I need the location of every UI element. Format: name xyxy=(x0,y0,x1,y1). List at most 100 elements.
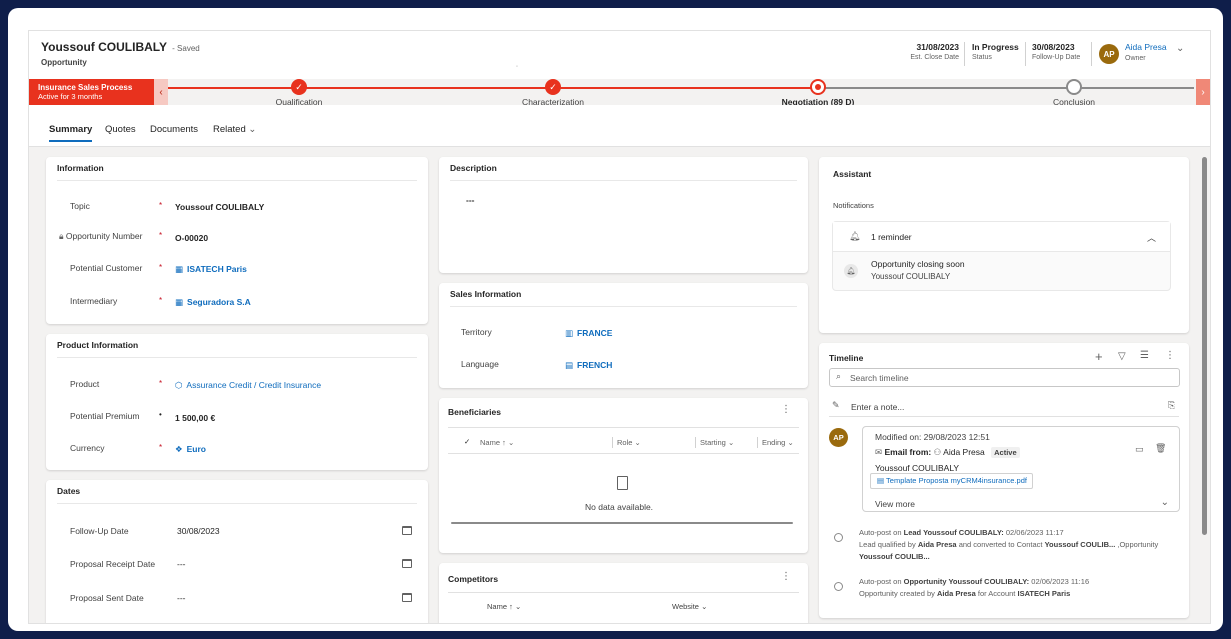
attachment-chip[interactable]: ▤ Template Proposta myCRM4insurance.pdf xyxy=(870,473,1033,489)
section-title: Information xyxy=(57,163,104,173)
post-author-avatar[interactable]: AP xyxy=(829,428,848,447)
proposal-receipt-date-field[interactable]: --- xyxy=(177,559,186,569)
autopost-header: Auto-post on Lead Youssouf COULIBALY: 02… xyxy=(859,527,1158,539)
potential-customer-label: Potential Customer xyxy=(70,263,143,273)
column-header-role[interactable]: Role ⌄ xyxy=(617,438,641,447)
required-marker: * xyxy=(159,379,163,388)
calendar-icon[interactable] xyxy=(402,526,412,535)
notification-group-header[interactable]: 🔔︎ 1 reminder ︿ xyxy=(833,222,1170,252)
followup-label: Follow-Up Date xyxy=(1032,54,1081,61)
crm-app-window: Youssouf COULIBALY - Saved Opportunity ◦… xyxy=(28,30,1211,624)
autopost-entity: Opportunity Youssouf COULIBALY: xyxy=(903,577,1030,586)
tab-documents[interactable]: Documents xyxy=(150,124,198,135)
column-header-name[interactable]: Name ↑ ⌄ xyxy=(480,438,514,447)
form-tabs: Summary Quotes Documents Related ⌄ xyxy=(29,105,1210,147)
followup-value: 30/08/2023 xyxy=(1032,42,1075,52)
email-author[interactable]: Aida Presa xyxy=(943,447,985,457)
column-separator xyxy=(695,437,696,448)
email-subject: Youssouf COULIBALY xyxy=(875,463,960,473)
territory-label: Territory xyxy=(461,327,492,337)
currency-link[interactable]: ❖ Euro xyxy=(175,444,206,455)
proposal-sent-date-field[interactable]: --- xyxy=(177,593,186,603)
followup-date-label: Follow-Up Date xyxy=(70,526,129,536)
process-flag[interactable]: Insurance Sales Process Active for 3 mon… xyxy=(29,79,154,105)
description-field[interactable]: --- xyxy=(466,195,475,205)
followup-date-field[interactable]: 30/08/2023 xyxy=(177,526,220,536)
column-header-name[interactable]: Name ↑ ⌄ xyxy=(487,602,521,611)
required-marker: * xyxy=(159,263,163,272)
autopost-prefix: Auto-post on xyxy=(859,577,902,586)
autopost-icon xyxy=(834,582,843,591)
stage-qualification-check-icon[interactable]: ✓ xyxy=(291,79,307,95)
autopost-opportunity[interactable]: Auto-post on Opportunity Youssouf COULIB… xyxy=(859,576,1089,600)
more-options-icon[interactable]: ⋮ xyxy=(781,571,791,582)
more-options-icon[interactable]: ⋮ xyxy=(781,404,791,415)
sort-list-icon[interactable]: ☰ xyxy=(1140,350,1149,361)
territory-link[interactable]: ▥ FRANCE xyxy=(565,328,612,339)
stage-conclusion-icon[interactable] xyxy=(1066,79,1082,95)
intermediary-link[interactable]: ▦ Seguradora S.A xyxy=(175,297,251,308)
stage-prev-chevron-icon[interactable]: ‹ xyxy=(154,79,168,105)
drag-dot-icon: ◦ xyxy=(516,64,519,70)
note-input[interactable]: Enter a note... xyxy=(851,402,904,412)
tab-summary[interactable]: Summary xyxy=(49,124,93,142)
timeline-search-input[interactable]: ⌕ Search timeline xyxy=(829,368,1180,387)
required-marker: * xyxy=(159,201,163,210)
currency-value: Euro xyxy=(186,444,206,454)
divider xyxy=(448,453,799,454)
column-header-starting[interactable]: Starting ⌄ xyxy=(700,438,734,447)
owner-avatar[interactable]: AP xyxy=(1099,44,1119,64)
file-icon: ▤ xyxy=(877,476,885,485)
potential-customer-link[interactable]: ▦ ISATECH Paris xyxy=(175,264,247,275)
language-link[interactable]: ▤ FRENCH xyxy=(565,360,612,371)
product-value: Assurance Credit / Credit Insurance xyxy=(186,380,322,390)
tab-quotes[interactable]: Quotes xyxy=(105,124,136,135)
calendar-icon[interactable] xyxy=(402,559,412,568)
select-all-check-icon[interactable]: ✓ xyxy=(464,437,470,446)
column-starting-label: Starting xyxy=(700,438,726,447)
body-user: Aida Presa xyxy=(917,540,957,549)
horizontal-scrollbar[interactable] xyxy=(451,522,793,524)
topic-label: Topic xyxy=(70,201,90,211)
header-separator xyxy=(1025,42,1026,66)
stage-pending-line xyxy=(817,87,1194,89)
calendar-icon[interactable] xyxy=(402,593,412,602)
delete-icon[interactable]: 🗑︎ xyxy=(1155,443,1166,454)
stage-characterization-check-icon[interactable]: ✓ xyxy=(545,79,561,95)
vertical-scrollbar[interactable] xyxy=(1202,157,1207,535)
owner-label: Owner xyxy=(1125,55,1146,62)
language-value: FRENCH xyxy=(577,360,613,370)
header-separator xyxy=(964,42,965,66)
chevron-down-icon[interactable]: ⌄ xyxy=(1161,497,1169,508)
notification-title[interactable]: Opportunity closing soon xyxy=(871,259,965,269)
record-title: Youssouf COULIBALY - Saved xyxy=(41,40,200,54)
topic-field[interactable]: Youssouf COULIBALY xyxy=(175,202,264,212)
divider xyxy=(448,427,799,428)
owner-name-link[interactable]: Aida Presa xyxy=(1125,42,1167,52)
bell-icon: 🔔︎ xyxy=(844,264,858,278)
timeline-post-email[interactable]: Modified on: 29/08/2023 12:51 ✉ Email fr… xyxy=(862,426,1180,512)
column-header-website[interactable]: Website ⌄ xyxy=(672,602,707,611)
document-icon xyxy=(617,476,628,490)
autopost-date: 02/06/2023 11:16 xyxy=(1031,577,1090,586)
column-website-label: Website xyxy=(672,602,699,611)
stage-progress-line xyxy=(168,87,816,89)
add-icon[interactable]: + xyxy=(1095,349,1103,364)
chevron-up-icon[interactable]: ︿ xyxy=(1147,231,1156,244)
potential-premium-field[interactable]: 1 500,00 € xyxy=(175,413,215,423)
tab-related[interactable]: Related ⌄ xyxy=(213,124,256,135)
header-expand-chevron-icon[interactable]: ⌄ xyxy=(1176,43,1184,54)
timeline-section: Timeline + ▽ ☰ ⋮ ⌕ Search timeline ✎ Ent… xyxy=(819,343,1189,618)
column-header-ending[interactable]: Ending ⌄ xyxy=(762,438,794,447)
map-icon: ▥ xyxy=(565,328,574,338)
notification-group: 🔔︎ 1 reminder ︿ 🔔︎ Opportunity closing s… xyxy=(832,221,1171,291)
more-options-icon[interactable]: ⋮ xyxy=(1165,350,1175,361)
view-more-link[interactable]: View more xyxy=(875,499,915,509)
autopost-lead[interactable]: Auto-post on Lead Youssouf COULIBALY: 02… xyxy=(859,527,1158,563)
stage-next-chevron-icon[interactable]: › xyxy=(1196,79,1210,105)
stage-negotiation-active-icon[interactable] xyxy=(810,79,826,95)
reply-icon[interactable]: ▭ xyxy=(1135,444,1144,455)
attachment-icon[interactable]: ⎘ xyxy=(1168,400,1175,411)
filter-icon[interactable]: ▽ xyxy=(1118,351,1126,362)
product-link[interactable]: ⬡ Assurance Credit / Credit Insurance xyxy=(175,380,321,391)
